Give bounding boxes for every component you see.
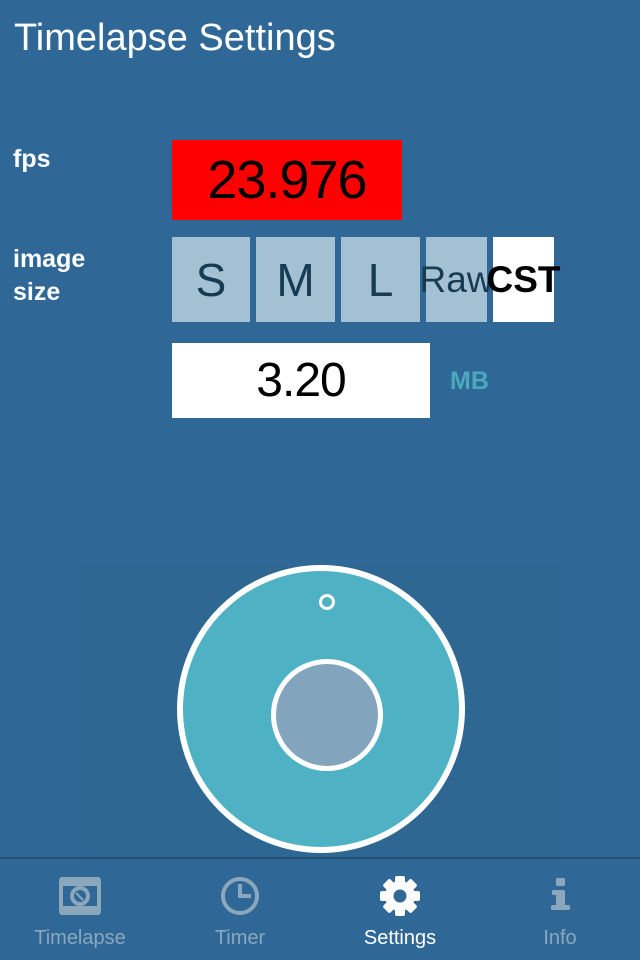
nav-item-timelapse[interactable]: Timelapse — [0, 859, 160, 960]
dial-center-hub[interactable] — [271, 659, 383, 771]
nav-item-timer-label: Timer — [214, 927, 266, 949]
fps-value: 23.976 — [207, 150, 367, 210]
image-size-option-raw[interactable]: Raw — [419, 237, 494, 322]
info-icon — [537, 873, 583, 919]
image-size-option-m[interactable]: M — [256, 237, 335, 322]
page-title: Timelapse Settings — [14, 17, 336, 59]
image-size-label: image size — [13, 243, 153, 309]
image-size-options: S M L Raw CST — [172, 237, 561, 322]
file-size-field[interactable]: 3.20 — [172, 343, 430, 418]
image-size-option-l-label: L — [367, 253, 394, 306]
dial-outer-ring[interactable] — [177, 565, 465, 853]
file-size-value: 3.20 — [256, 353, 346, 407]
nav-item-settings-label: Settings — [363, 927, 437, 949]
image-size-option-raw-label: Raw — [419, 258, 494, 300]
fps-value-field[interactable]: 23.976 — [172, 140, 402, 220]
image-size-option-cst-label: CST — [486, 258, 561, 300]
image-size-option-cst[interactable]: CST — [487, 237, 561, 322]
dial-position-marker-icon — [319, 594, 335, 610]
fps-label: fps — [13, 145, 51, 173]
nav-item-timelapse-label: Timelapse — [34, 927, 126, 949]
bottom-navigation: Timelapse Timer Settings Info — [0, 859, 640, 960]
file-size-unit: MB — [450, 367, 489, 395]
image-size-option-l[interactable]: L — [341, 237, 420, 322]
image-size-label-line1: image — [13, 245, 86, 273]
image-size-option-s-label: S — [195, 253, 227, 306]
rotary-dial[interactable] — [177, 565, 465, 853]
image-size-option-m-label: M — [276, 253, 315, 306]
camera-icon — [57, 873, 103, 919]
clock-icon — [217, 873, 263, 919]
nav-item-info[interactable]: Info — [480, 859, 640, 960]
nav-item-settings[interactable]: Settings — [320, 859, 480, 960]
image-size-option-s[interactable]: S — [172, 237, 250, 322]
gear-icon — [377, 873, 423, 919]
app-root: Timelapse Settings fps 23.976 image size… — [0, 0, 640, 960]
image-size-label-line2: size — [13, 278, 61, 306]
nav-item-info-label: Info — [543, 927, 577, 949]
nav-item-timer[interactable]: Timer — [160, 859, 320, 960]
